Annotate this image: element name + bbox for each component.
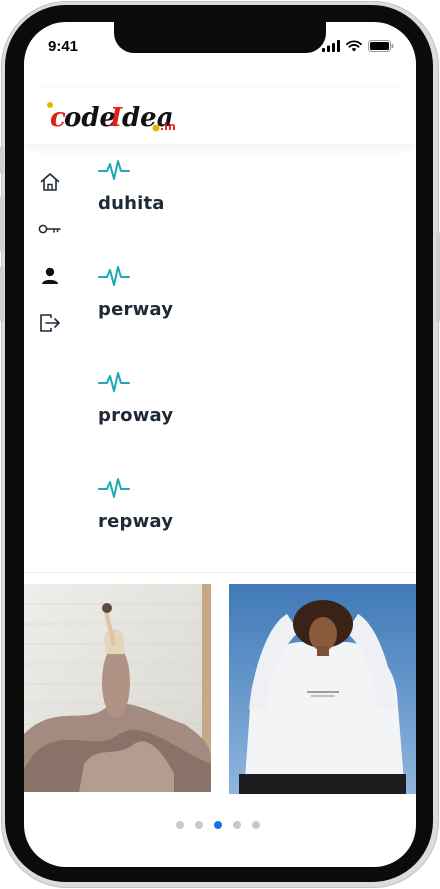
pulse-icon (98, 478, 130, 498)
list-item-label: perway (98, 299, 174, 320)
list-item-label: duhita (98, 193, 165, 214)
screen: 9:41 c ode I dea .in duhita perway prowa… (24, 22, 416, 867)
divider (24, 572, 416, 573)
svg-text:.in: .in (160, 120, 176, 133)
status-icons (322, 40, 394, 52)
carousel-dot-1[interactable] (176, 821, 184, 829)
volume-down-button (0, 266, 4, 322)
notch (114, 22, 326, 53)
svg-text:ode: ode (64, 103, 116, 133)
sidebar-item-home[interactable] (38, 170, 62, 194)
sidebar-item-logout[interactable] (38, 311, 62, 335)
carousel-dot-5[interactable] (252, 821, 260, 829)
carousel-pagination (176, 821, 260, 829)
logout-icon (40, 314, 60, 332)
list-item-label: proway (98, 405, 174, 426)
sidebar (38, 170, 64, 358)
carousel-dot-3-active[interactable] (214, 821, 222, 829)
svg-text:I: I (109, 103, 123, 133)
metric-list: duhita perway proway repway (98, 158, 173, 582)
status-time: 9:41 (48, 38, 79, 55)
wifi-icon (346, 40, 362, 52)
image-carousel[interactable] (24, 584, 416, 796)
carousel-photo-woman-in-tulle-dress[interactable] (24, 584, 211, 792)
list-item[interactable]: perway (98, 264, 173, 370)
key-icon (38, 224, 61, 234)
brand-logo[interactable]: c ode I dea .in (44, 100, 184, 138)
battery-icon (368, 40, 394, 52)
pulse-icon (98, 266, 130, 286)
home-icon (40, 173, 60, 191)
list-item[interactable]: proway (98, 370, 173, 476)
power-button (436, 232, 440, 322)
sidebar-item-user[interactable] (38, 264, 62, 288)
list-item-label: repway (98, 511, 174, 532)
pulse-icon (98, 372, 130, 392)
volume-up-button (0, 196, 4, 252)
pulse-icon (98, 160, 130, 180)
signal-icon (322, 40, 340, 52)
carousel-dot-2[interactable] (195, 821, 203, 829)
carousel-photo-woman-in-white-sweatshirt[interactable] (229, 584, 416, 794)
carousel-dot-4[interactable] (233, 821, 241, 829)
list-item[interactable]: repway (98, 476, 173, 582)
list-item[interactable]: duhita (98, 158, 173, 264)
app-header: c ode I dea .in (24, 88, 416, 144)
sidebar-item-key[interactable] (38, 217, 62, 241)
mute-switch (0, 146, 4, 174)
user-icon (42, 267, 58, 284)
